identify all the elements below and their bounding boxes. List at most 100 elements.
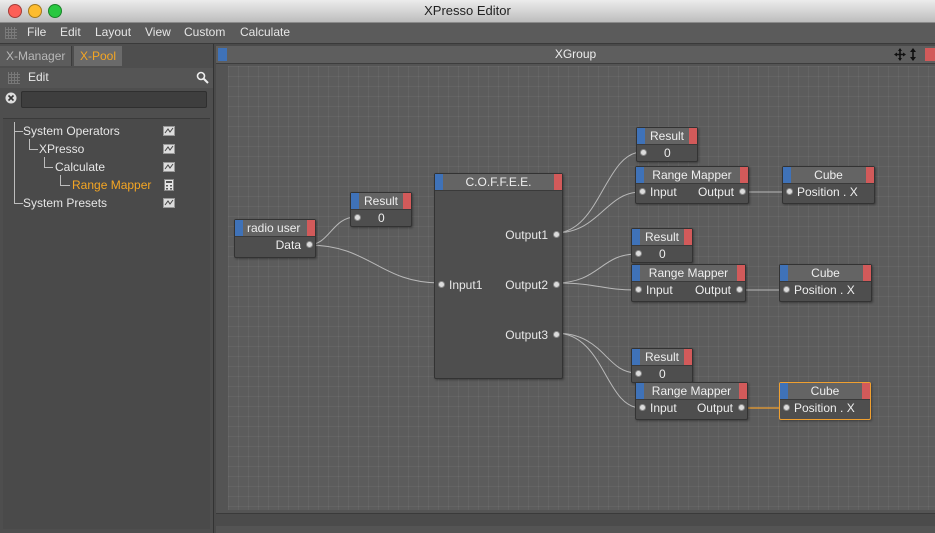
horizontal-scrollbar[interactable] — [216, 513, 935, 526]
port-label-output: Output — [697, 185, 734, 199]
node-output-port-bar[interactable] — [739, 383, 747, 399]
pool-edit-menu[interactable]: Edit — [28, 70, 49, 84]
node-cube[interactable]: Cube Position . X — [779, 264, 872, 302]
node-range-mapper[interactable]: Range Mapper Input Output — [635, 382, 748, 420]
tree-connector — [14, 122, 15, 203]
xgroup-title: XGroup — [554, 47, 597, 61]
node-result[interactable]: Result 0 — [631, 348, 693, 383]
node-output-port-bar[interactable] — [684, 229, 692, 245]
output-port-output[interactable] — [738, 404, 745, 411]
input-port-input[interactable] — [635, 286, 642, 293]
node-output-port-bar[interactable] — [863, 265, 871, 281]
menu-edit[interactable]: Edit — [60, 25, 81, 39]
node-output-port-bar[interactable] — [554, 174, 562, 190]
node-title: Result — [644, 230, 679, 244]
node-result[interactable]: Result 0 — [350, 192, 412, 227]
xgroup-input-port-bar[interactable] — [218, 48, 227, 61]
input-port-position-x[interactable] — [786, 188, 793, 195]
menu-calculate[interactable]: Calculate — [240, 25, 290, 39]
node-input-port-bar[interactable] — [636, 383, 644, 399]
output-port-output2[interactable] — [553, 281, 560, 288]
clear-search-icon[interactable] — [5, 92, 17, 104]
xgroup-header: XGroup — [216, 46, 935, 64]
input-port-input[interactable] — [639, 188, 646, 195]
input-port-value[interactable] — [635, 370, 642, 377]
tree-item-range-mapper[interactable]: Range Mapper — [72, 176, 151, 194]
output-port-output3[interactable] — [553, 331, 560, 338]
port-label-output2: Output2 — [505, 278, 548, 292]
xgroup-output-port-bar[interactable] — [925, 48, 935, 61]
node-output-port-bar[interactable] — [866, 167, 874, 183]
node-radio-user[interactable]: radio user Data — [234, 219, 316, 258]
node-input-port-bar[interactable] — [235, 220, 243, 236]
node-cube-selected[interactable]: Cube Position . X — [779, 382, 871, 420]
node-input-port-bar[interactable] — [780, 265, 788, 281]
grip-icon — [5, 27, 17, 39]
node-input-port-bar[interactable] — [632, 229, 640, 245]
output-port-output1[interactable] — [553, 231, 560, 238]
operator-folder-icon — [163, 126, 175, 136]
tree-item-system-operators[interactable]: System Operators — [23, 122, 120, 140]
node-input-port-bar[interactable] — [351, 193, 359, 209]
window-title: XPresso Editor — [424, 3, 511, 18]
input-port-value[interactable] — [640, 149, 647, 156]
menubar: File Edit Layout View Custom Calculate — [0, 23, 935, 44]
port-label-input: Input — [650, 401, 677, 415]
calculator-icon — [164, 179, 174, 191]
node-output-port-bar[interactable] — [740, 167, 748, 183]
node-input-port-bar[interactable] — [780, 383, 788, 399]
menu-custom[interactable]: Custom — [184, 25, 225, 39]
node-output-port-bar[interactable] — [737, 265, 745, 281]
menu-file[interactable]: File — [27, 25, 46, 39]
node-output-port-bar[interactable] — [403, 193, 411, 209]
search-icon[interactable] — [196, 71, 209, 84]
operator-folder-icon — [163, 144, 175, 154]
node-range-mapper[interactable]: Range Mapper Input Output — [635, 166, 749, 204]
input-port-position-x[interactable] — [783, 286, 790, 293]
tree-item-system-presets[interactable]: System Presets — [23, 194, 107, 212]
node-title: Cube — [810, 384, 840, 398]
node-result[interactable]: Result 0 — [636, 127, 698, 162]
node-input-port-bar[interactable] — [783, 167, 791, 183]
tab-x-pool[interactable]: X-Pool — [74, 46, 123, 66]
tree-connector — [60, 185, 70, 186]
node-input-port-bar[interactable] — [636, 167, 644, 183]
tree-item-xpresso[interactable]: XPresso — [39, 140, 84, 158]
node-result[interactable]: Result 0 — [631, 228, 693, 263]
menu-layout[interactable]: Layout — [95, 25, 131, 39]
input-port-value[interactable] — [635, 250, 642, 257]
port-label-position-x: Position . X — [794, 283, 855, 297]
input-port-input[interactable] — [639, 404, 646, 411]
menu-view[interactable]: View — [145, 25, 171, 39]
node-output-port-bar[interactable] — [684, 349, 692, 365]
result-value: 0 — [659, 247, 666, 261]
port-label-output: Output — [696, 401, 733, 415]
port-label-input: Input — [650, 185, 677, 199]
node-range-mapper[interactable]: Range Mapper Input Output — [631, 264, 746, 302]
node-title: Result — [649, 129, 684, 143]
node-output-port-bar[interactable] — [689, 128, 697, 144]
output-port-output[interactable] — [736, 286, 743, 293]
search-input[interactable] — [21, 91, 207, 108]
node-title: Result — [644, 350, 679, 364]
input-port-value[interactable] — [354, 214, 361, 221]
node-input-port-bar[interactable] — [637, 128, 645, 144]
node-input-port-bar[interactable] — [435, 174, 443, 190]
node-coffee[interactable]: C.O.F.F.E.E. Input1 Output1 Output2 Outp… — [434, 173, 563, 379]
node-cube[interactable]: Cube Position . X — [782, 166, 875, 204]
search-row — [0, 90, 213, 110]
pan-zoom-icon[interactable] — [894, 48, 920, 61]
node-input-port-bar[interactable] — [632, 265, 640, 281]
tree-connector — [14, 203, 23, 204]
operator-tree: System Operators XPresso Calculate Range… — [3, 118, 210, 529]
input-port-position-x[interactable] — [783, 404, 790, 411]
node-input-port-bar[interactable] — [632, 349, 640, 365]
node-output-port-bar[interactable] — [307, 220, 315, 236]
tab-x-manager[interactable]: X-Manager — [0, 46, 73, 66]
output-port-data[interactable] — [306, 241, 313, 248]
tree-item-calculate[interactable]: Calculate — [55, 158, 105, 176]
output-port-output[interactable] — [739, 188, 746, 195]
node-title: Range Mapper — [652, 168, 732, 182]
node-output-port-bar[interactable] — [862, 383, 870, 399]
node-title: Cube — [814, 168, 843, 182]
